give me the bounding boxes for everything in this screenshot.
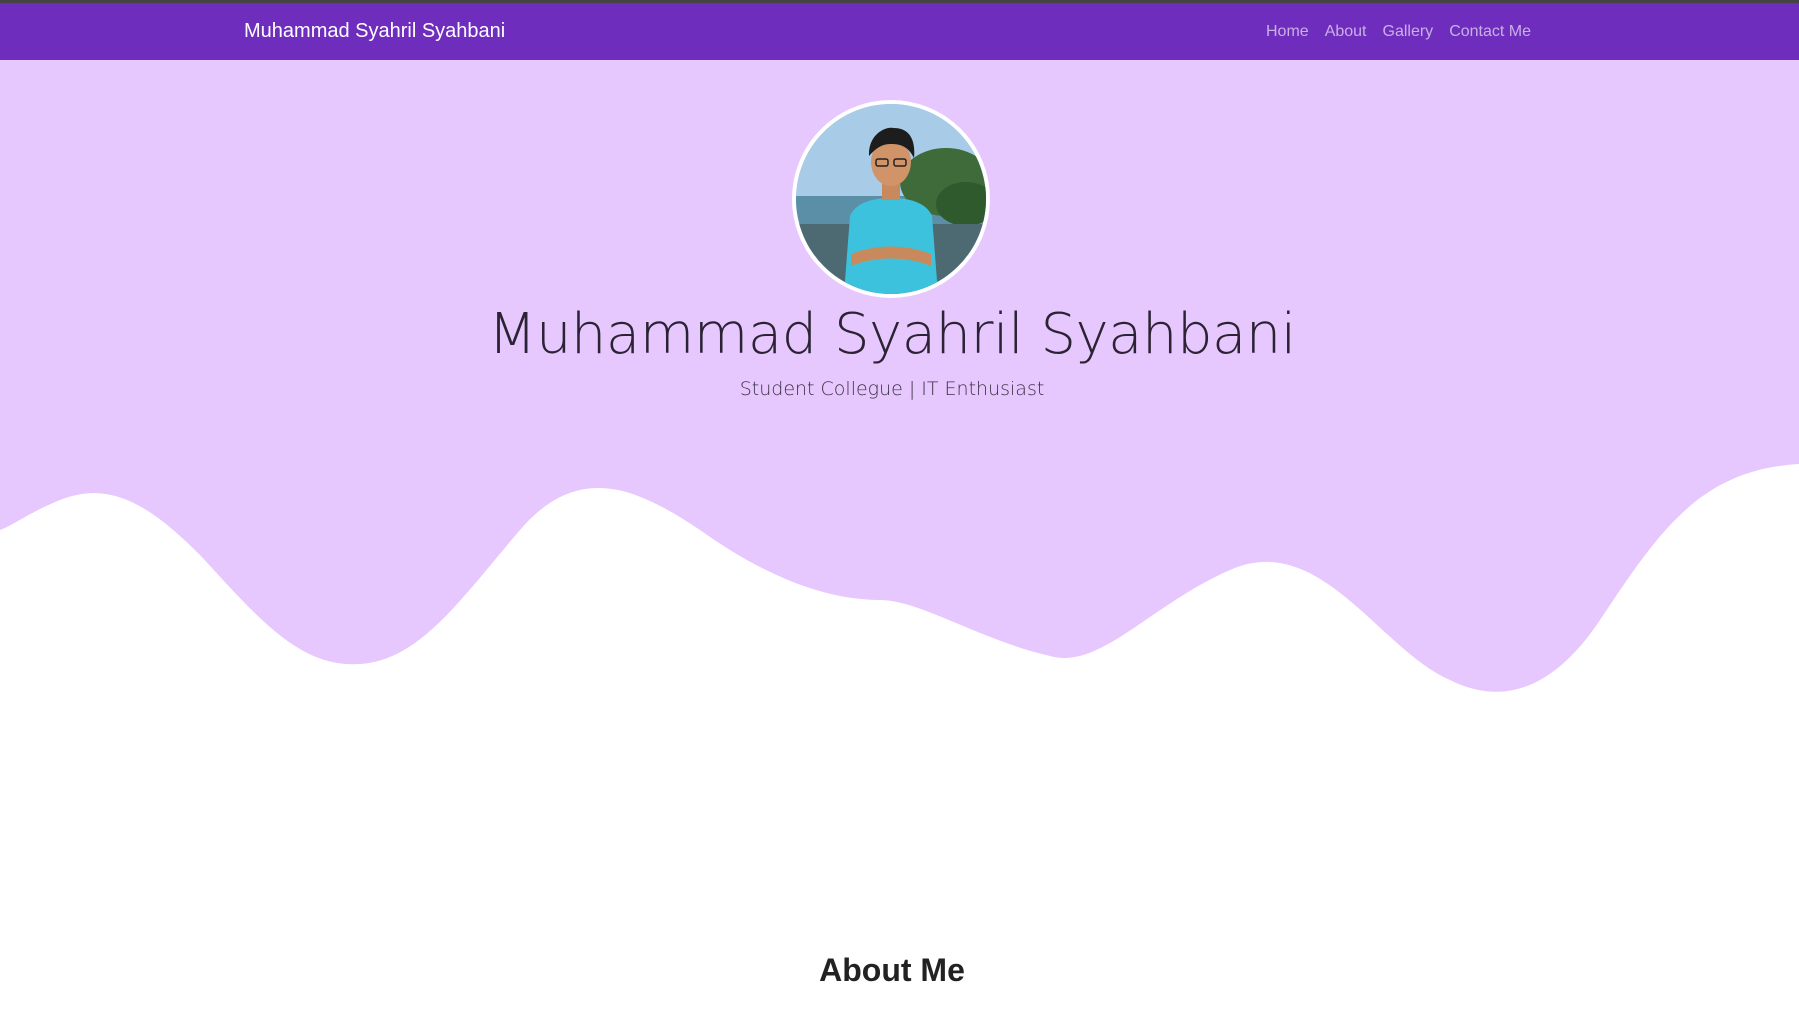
nav-link-about[interactable]: About bbox=[1325, 23, 1367, 40]
nav-link-home[interactable]: Home bbox=[1266, 23, 1309, 40]
nav-item-contact: Contact Me bbox=[1449, 23, 1531, 41]
page: Muhammad Syahril Syahbani Home About Gal… bbox=[0, 0, 1799, 1011]
navbar: Muhammad Syahril Syahbani Home About Gal… bbox=[0, 3, 1799, 60]
profile-avatar bbox=[792, 100, 990, 298]
nav-item-about: About bbox=[1325, 23, 1367, 41]
nav-link-gallery[interactable]: Gallery bbox=[1383, 23, 1434, 40]
profile-photo-icon bbox=[796, 104, 986, 294]
about-heading: About Me bbox=[819, 952, 965, 988]
hero-title: Muhammad Syahril Syahbani bbox=[488, 302, 1296, 367]
nav-link-contact[interactable]: Contact Me bbox=[1449, 23, 1531, 40]
hero-section: Muhammad Syahril Syahbani Student Colleg… bbox=[0, 60, 1799, 780]
hero-subtitle: Student Collegue | IT Enthusiast bbox=[739, 378, 1045, 400]
nav-links: Home About Gallery Contact Me bbox=[1266, 3, 1531, 60]
nav-item-home: Home bbox=[1266, 23, 1309, 41]
nav-item-gallery: Gallery bbox=[1383, 23, 1434, 41]
navbar-brand[interactable]: Muhammad Syahril Syahbani bbox=[244, 3, 505, 60]
